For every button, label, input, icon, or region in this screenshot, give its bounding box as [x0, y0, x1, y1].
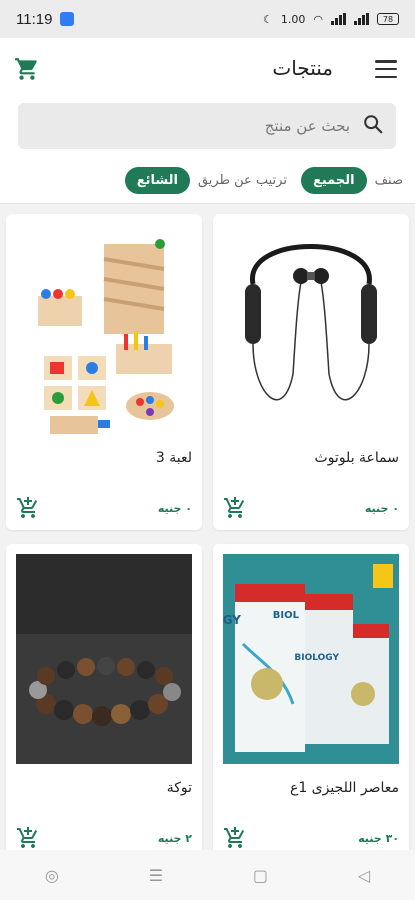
- signal-icon: [331, 13, 346, 25]
- product-price: ٢ جنيه: [157, 832, 192, 845]
- add-to-cart-icon[interactable]: [16, 496, 40, 524]
- search-placeholder: بحث عن منتج: [264, 117, 350, 135]
- product-name: لعبة 3: [155, 450, 192, 466]
- wifi-icon: ◠: [313, 12, 323, 26]
- battery-level: 78: [382, 14, 394, 24]
- app-bar: منتجات: [0, 38, 415, 100]
- menu-icon[interactable]: [375, 60, 397, 78]
- svg-text:BIOL: BIOL: [273, 610, 300, 621]
- svg-text:BIOLOGY: BIOLOGY: [223, 613, 241, 627]
- data-speed: 1.00: [280, 12, 306, 26]
- back-icon[interactable]: ◁: [358, 866, 370, 885]
- sort-label: ترتيب عن طريق: [197, 173, 287, 188]
- product-card[interactable]: BIOLOGY BIOL BIOLOGY معاصر اللجيزى 1ع ٣٠…: [213, 544, 409, 860]
- product-image-bracelet: [16, 554, 192, 764]
- home-icon[interactable]: ▢: [253, 866, 268, 885]
- product-image-headphones: [223, 224, 399, 434]
- add-to-cart-icon[interactable]: [223, 496, 247, 524]
- assistant-icon[interactable]: ◎: [45, 866, 59, 885]
- product-price: ٣٠ جنيه: [358, 832, 399, 845]
- product-card[interactable]: لعبة 3 ٠ جنيه: [6, 214, 202, 530]
- status-time: 11:19: [16, 10, 53, 28]
- product-card[interactable]: سماعة بلوتوث ٠ جنيه: [213, 214, 409, 530]
- product-name: توكة: [166, 780, 192, 796]
- product-price: ٠ جنيه: [157, 502, 192, 515]
- battery-icon: 78: [377, 13, 399, 25]
- search-section: بحث عن منتج: [0, 100, 415, 158]
- product-name: سماعة بلوتوث: [314, 450, 399, 466]
- product-price: ٠ جنيه: [364, 502, 399, 515]
- status-icons: ☾ 1.00 ◠ 78: [263, 13, 399, 26]
- filter-bar: صنف الجميع ترتيب عن طريق الشائع: [0, 158, 415, 204]
- cart-icon[interactable]: [14, 56, 40, 86]
- svg-text:BIOLOGY: BIOLOGY: [294, 653, 339, 663]
- page-title: منتجات: [272, 56, 333, 80]
- system-nav-bar: ◎ ☰ ▢ ◁: [0, 850, 415, 900]
- search-input[interactable]: بحث عن منتج: [18, 103, 396, 149]
- status-bar: 11:19 ☾ 1.00 ◠ 78: [0, 0, 415, 38]
- notification-app-icon: [60, 12, 75, 26]
- product-card[interactable]: توكة ٢ جنيه: [6, 544, 202, 860]
- category-label: صنف: [374, 173, 403, 188]
- moon-icon: ☾: [263, 12, 273, 26]
- filter-chip-all[interactable]: الجميع: [300, 167, 367, 194]
- product-image-books: BIOLOGY BIOL BIOLOGY: [223, 554, 399, 764]
- recents-icon[interactable]: ☰: [149, 866, 163, 885]
- sort-chip-popular[interactable]: الشائع: [124, 167, 190, 194]
- product-image-toys: [16, 224, 192, 434]
- product-name: معاصر اللجيزى 1ع: [289, 780, 399, 796]
- search-icon: [362, 113, 384, 139]
- signal-icon-2: [354, 13, 369, 25]
- product-grid: سماعة بلوتوث ٠ جنيه لعبة 3 ٠ جنيه GY BIO…: [6, 214, 409, 860]
